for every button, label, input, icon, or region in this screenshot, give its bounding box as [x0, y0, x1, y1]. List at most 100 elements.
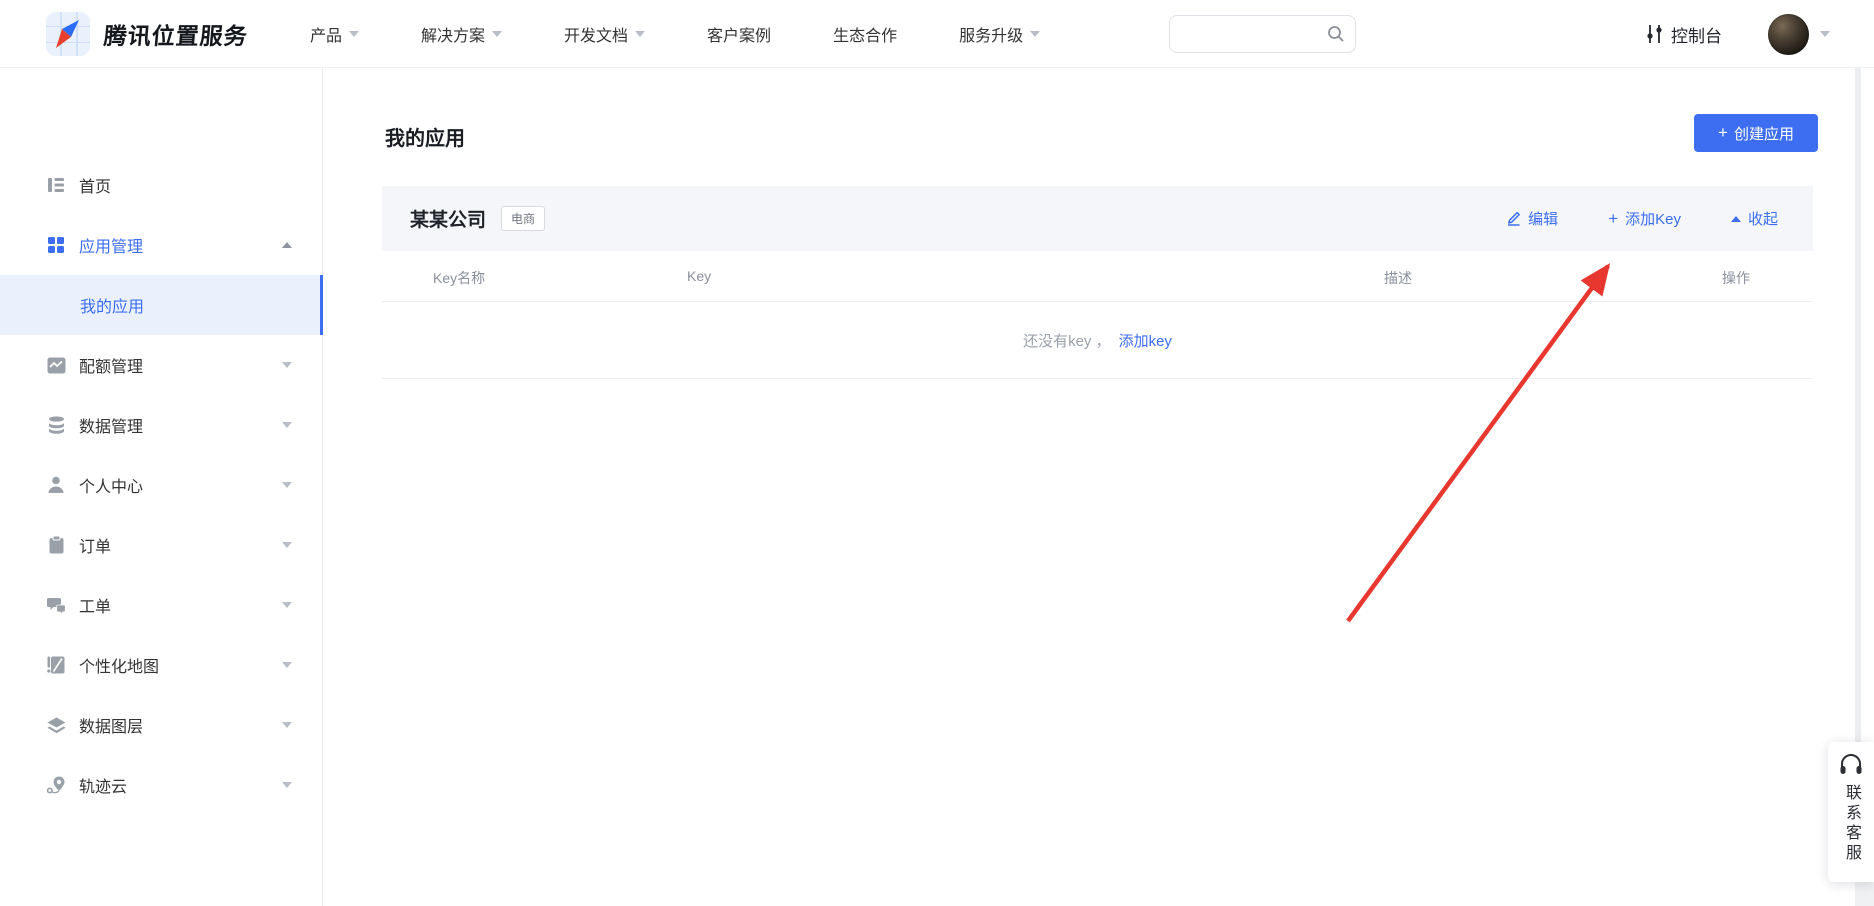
sidebar-item-label: 我的应用: [80, 293, 144, 317]
chart-image-icon: [46, 357, 66, 374]
add-key-label: 添加Key: [1625, 208, 1681, 229]
sidebar-item-tickets[interactable]: 工单: [0, 575, 322, 635]
sidebar-item-label: 个人中心: [79, 473, 143, 497]
chevron-down-icon: [492, 31, 502, 37]
sidebar-item-label: 首页: [79, 173, 111, 197]
company-name: 某某公司: [410, 205, 486, 232]
column-key-name: Key名称: [433, 268, 485, 288]
nav-item-label: 服务升级: [959, 22, 1023, 46]
nav-item-label: 解决方案: [421, 22, 485, 46]
chevron-down-icon[interactable]: [282, 602, 292, 608]
search-box[interactable]: [1169, 15, 1356, 53]
column-description: 描述: [1384, 268, 1412, 288]
sidebar-item-label: 订单: [79, 533, 111, 557]
sidebar-item-app-management[interactable]: 应用管理: [0, 215, 322, 275]
column-actions: 操作: [1722, 268, 1750, 288]
sidebar-item-track-cloud[interactable]: 轨迹云: [0, 755, 322, 815]
sidebar-item-label: 应用管理: [79, 233, 143, 257]
chevron-down-icon: [635, 31, 645, 37]
sidebar-item-orders[interactable]: 订单: [0, 515, 322, 575]
nav-menu: 产品 解决方案 开发文档 客户案例 生态合作 服务升级: [310, 22, 1040, 46]
plus-icon: +: [1718, 123, 1728, 143]
chevron-down-icon[interactable]: [282, 662, 292, 668]
sidebar-item-label: 数据图层: [79, 713, 143, 737]
chevron-down-icon[interactable]: [282, 482, 292, 488]
nav-item-solutions[interactable]: 解决方案: [421, 22, 502, 46]
category-tag: 电商: [501, 206, 545, 231]
nav-item-docs[interactable]: 开发文档: [564, 22, 645, 46]
collapse-button[interactable]: 收起: [1731, 208, 1778, 229]
person-icon: [46, 476, 66, 494]
top-navbar: 腾讯位置服务 产品 解决方案 开发文档 客户案例 生态合作 服务升级: [0, 0, 1874, 68]
chevron-down-icon: [349, 31, 359, 37]
console-link[interactable]: 控制台: [1646, 0, 1722, 68]
scrollbar-corner: [1855, 882, 1874, 906]
nav-item-label: 客户案例: [707, 22, 771, 46]
nav-item-label: 开发文档: [564, 22, 628, 46]
key-table-header: Key名称 Key 描述 操作: [382, 251, 1813, 302]
create-app-button[interactable]: + 创建应用: [1694, 114, 1818, 152]
pencil-icon: [1506, 211, 1521, 226]
nav-item-upgrade[interactable]: 服务升级: [959, 22, 1040, 46]
chevron-down-icon: [1030, 31, 1040, 37]
add-key-link[interactable]: 添加key: [1119, 330, 1172, 351]
chevron-down-icon[interactable]: [282, 722, 292, 728]
empty-state-text: 还没有key ，: [1023, 330, 1111, 351]
avatar[interactable]: [1768, 14, 1809, 55]
database-icon: [46, 416, 66, 434]
chevron-down-icon[interactable]: [282, 362, 292, 368]
chevron-down-icon[interactable]: [282, 542, 292, 548]
sidebar-item-label: 配额管理: [79, 353, 143, 377]
chevron-up-icon[interactable]: [282, 242, 292, 248]
contact-service-widget[interactable]: 联系客服: [1828, 742, 1874, 882]
sidebar-item-data-layers[interactable]: 数据图层: [0, 695, 322, 755]
chat-bubbles-icon: [46, 597, 66, 614]
plus-icon: +: [1608, 210, 1618, 227]
create-app-label: 创建应用: [1734, 123, 1794, 144]
card-actions: 编辑 + 添加Key 收起: [1506, 208, 1778, 229]
sidebar-item-label: 工单: [79, 593, 111, 617]
main-content: 我的应用 + 创建应用 某某公司 电商 编辑 + 添加Key: [323, 68, 1874, 906]
nav-item-cases[interactable]: 客户案例: [707, 22, 771, 46]
brand-logo-compass-icon: [46, 12, 90, 56]
chevron-up-icon: [1731, 216, 1741, 222]
sidebar: 首页 应用管理 我的应用 配额管理: [0, 68, 323, 906]
avatar-chevron-down-icon[interactable]: [1820, 31, 1830, 37]
headset-icon: [1839, 754, 1863, 776]
location-track-icon: [46, 776, 66, 794]
sidebar-item-personal-center[interactable]: 个人中心: [0, 455, 322, 515]
sidebar-item-label: 数据管理: [79, 413, 143, 437]
chevron-down-icon[interactable]: [282, 782, 292, 788]
sidebar-item-my-apps[interactable]: 我的应用: [0, 275, 322, 335]
sidebar-item-data-management[interactable]: 数据管理: [0, 395, 322, 455]
console-label: 控制台: [1671, 22, 1722, 47]
layers-icon: [46, 717, 66, 734]
card-header: 某某公司 电商 编辑 + 添加Key 收起: [382, 186, 1813, 251]
brand[interactable]: 腾讯位置服务: [46, 12, 248, 56]
nav-item-label: 产品: [310, 22, 342, 46]
column-key: Key: [687, 268, 711, 284]
chevron-down-icon[interactable]: [282, 422, 292, 428]
sidebar-item-custom-map[interactable]: 个性化地图: [0, 635, 322, 695]
home-list-icon: [46, 176, 66, 194]
brand-name: 腾讯位置服务: [103, 17, 250, 51]
nav-item-label: 生态合作: [833, 22, 897, 46]
sidebar-item-label: 轨迹云: [79, 773, 127, 797]
page-title: 我的应用: [385, 122, 465, 151]
custom-map-icon: [46, 656, 66, 674]
collapse-label: 收起: [1748, 208, 1778, 229]
sidebar-item-quota-management[interactable]: 配额管理: [0, 335, 322, 395]
sidebar-item-label: 个性化地图: [79, 653, 159, 677]
empty-state-row: 还没有key ， 添加key: [382, 302, 1813, 379]
nav-item-ecosystem[interactable]: 生态合作: [833, 22, 897, 46]
nav-item-products[interactable]: 产品: [310, 22, 359, 46]
application-card: 某某公司 电商 编辑 + 添加Key 收起: [382, 186, 1813, 379]
sidebar-item-home[interactable]: 首页: [0, 155, 322, 215]
grid-icon: [46, 236, 66, 254]
edit-label: 编辑: [1528, 208, 1558, 229]
search-icon[interactable]: [1327, 25, 1345, 43]
contact-service-label: 联系客服: [1839, 784, 1863, 864]
edit-button[interactable]: 编辑: [1506, 208, 1558, 229]
search-input[interactable]: [1170, 26, 1327, 42]
add-key-button[interactable]: + 添加Key: [1608, 208, 1681, 229]
